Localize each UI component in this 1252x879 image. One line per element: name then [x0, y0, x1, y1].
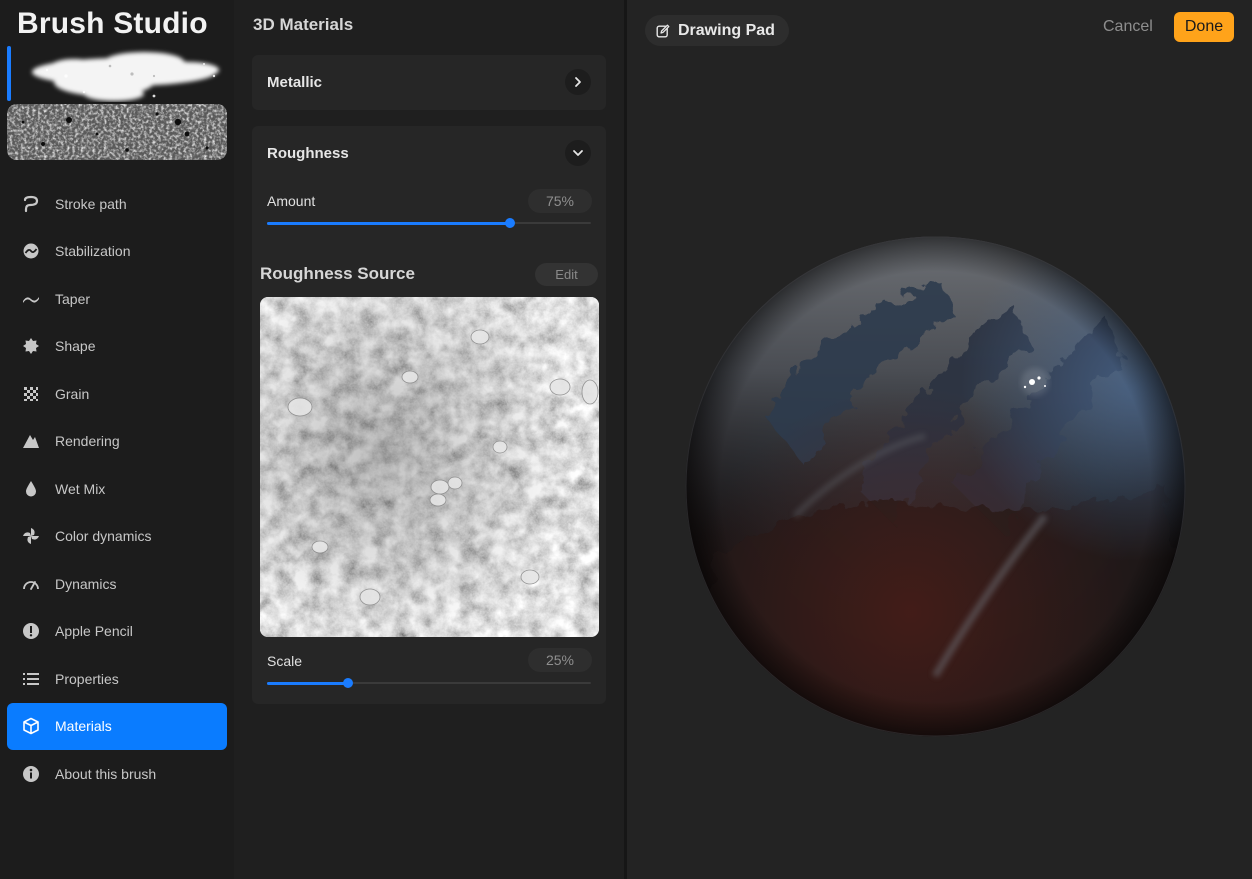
sidebar-item-taper[interactable]: Taper	[7, 275, 227, 323]
panel-divider	[624, 0, 627, 879]
brush-studio-app: Brush Studio Stroke path Stabilization T…	[0, 0, 1252, 879]
sidebar-item-label: Taper	[55, 290, 91, 307]
sidebar-item-label: Grain	[55, 385, 90, 402]
sidebar-item-label: About this brush	[55, 765, 157, 782]
sidebar-item-label: Rendering	[55, 433, 120, 450]
settings-panel: 3D Materials Metallic Roughness Amount 7…	[234, 0, 624, 879]
cancel-button[interactable]: Cancel	[1103, 18, 1153, 36]
preview-area[interactable]: Drawing Pad Cancel Done	[624, 0, 1252, 879]
taper-icon	[21, 289, 41, 309]
scale-slider-thumb[interactable]	[343, 678, 353, 688]
amount-label: Amount	[267, 193, 316, 209]
scale-value[interactable]: 25%	[528, 648, 592, 672]
sidebar-item-dynamics[interactable]: Dynamics	[7, 560, 227, 608]
color-dynamics-icon	[21, 526, 41, 546]
info-icon	[21, 764, 41, 784]
shape-icon	[21, 336, 41, 356]
done-button[interactable]: Done	[1174, 12, 1234, 42]
sidebar-item-stroke-path[interactable]: Stroke path	[7, 180, 227, 228]
chevron-right-icon	[575, 77, 581, 87]
sidebar-item-properties[interactable]: Properties	[7, 655, 227, 703]
brush-selection-indicator	[7, 46, 11, 101]
material-preview-sphere[interactable]	[685, 236, 1186, 737]
sidebar-item-color-dynamics[interactable]: Color dynamics	[7, 513, 227, 561]
sidebar-item-materials[interactable]: Materials	[7, 702, 227, 750]
sidebar-nav: Stroke path Stabilization Taper Shape Grain R…	[7, 180, 227, 798]
rendering-icon	[21, 431, 41, 451]
stroke-path-icon	[21, 194, 41, 214]
sidebar-item-label: Materials	[55, 718, 112, 735]
sidebar-item-label: Properties	[55, 670, 119, 687]
roughness-source-texture[interactable]	[260, 297, 599, 637]
brush-preview-grain[interactable]	[7, 104, 227, 160]
scale-slider[interactable]	[267, 678, 591, 688]
scale-slider-fill	[267, 681, 348, 685]
sidebar-item-label: Color dynamics	[55, 528, 152, 545]
edit-icon	[656, 24, 670, 38]
sidebar-item-rendering[interactable]: Rendering	[7, 418, 227, 466]
sidebar-item-shape[interactable]: Shape	[7, 323, 227, 371]
roughness-collapse-button[interactable]	[565, 140, 591, 166]
stabilization-icon	[21, 241, 41, 261]
sidebar-item-label: Shape	[55, 338, 96, 355]
sidebar-item-stabilization[interactable]: Stabilization	[7, 228, 227, 276]
materials-icon	[21, 716, 41, 736]
sidebar-item-label: Apple Pencil	[55, 623, 133, 640]
properties-icon	[21, 669, 41, 689]
sidebar-item-wet-mix[interactable]: Wet Mix	[7, 465, 227, 513]
brush-preview-stroke[interactable]	[14, 46, 226, 102]
grain-icon	[21, 384, 41, 404]
amount-value[interactable]: 75%	[528, 189, 592, 213]
sidebar-item-label: Stabilization	[55, 243, 131, 260]
apple-pencil-icon	[21, 621, 41, 641]
amount-slider-thumb[interactable]	[505, 218, 515, 228]
sidebar-item-grain[interactable]: Grain	[7, 370, 227, 418]
edit-roughness-source-button[interactable]: Edit	[535, 263, 598, 286]
panel-title: 3D Materials	[253, 15, 354, 34]
metallic-expand-button[interactable]	[565, 69, 591, 95]
app-title: Brush Studio	[17, 7, 208, 40]
wet-mix-icon	[21, 479, 41, 499]
sidebar-item-label: Wet Mix	[55, 480, 106, 497]
drawing-pad-label: Drawing Pad	[678, 21, 775, 39]
chevron-down-icon	[573, 150, 583, 156]
metallic-label: Metallic	[267, 73, 323, 91]
sidebar: Brush Studio Stroke path Stabilization T…	[0, 0, 234, 879]
roughness-label: Roughness	[267, 144, 349, 162]
sidebar-item-label: Stroke path	[55, 195, 127, 212]
amount-slider-fill	[267, 221, 510, 225]
roughness-source-title: Roughness Source	[260, 264, 415, 283]
metallic-card[interactable]: Metallic	[252, 55, 606, 110]
drawing-pad-button[interactable]: Drawing Pad	[645, 15, 789, 46]
scale-label: Scale	[267, 653, 303, 669]
amount-slider[interactable]	[267, 218, 591, 228]
dynamics-icon	[21, 574, 41, 594]
sidebar-item-apple-pencil[interactable]: Apple Pencil	[7, 608, 227, 656]
sidebar-item-label: Dynamics	[55, 575, 117, 592]
sidebar-item-about-this-brush[interactable]: About this brush	[7, 750, 227, 798]
